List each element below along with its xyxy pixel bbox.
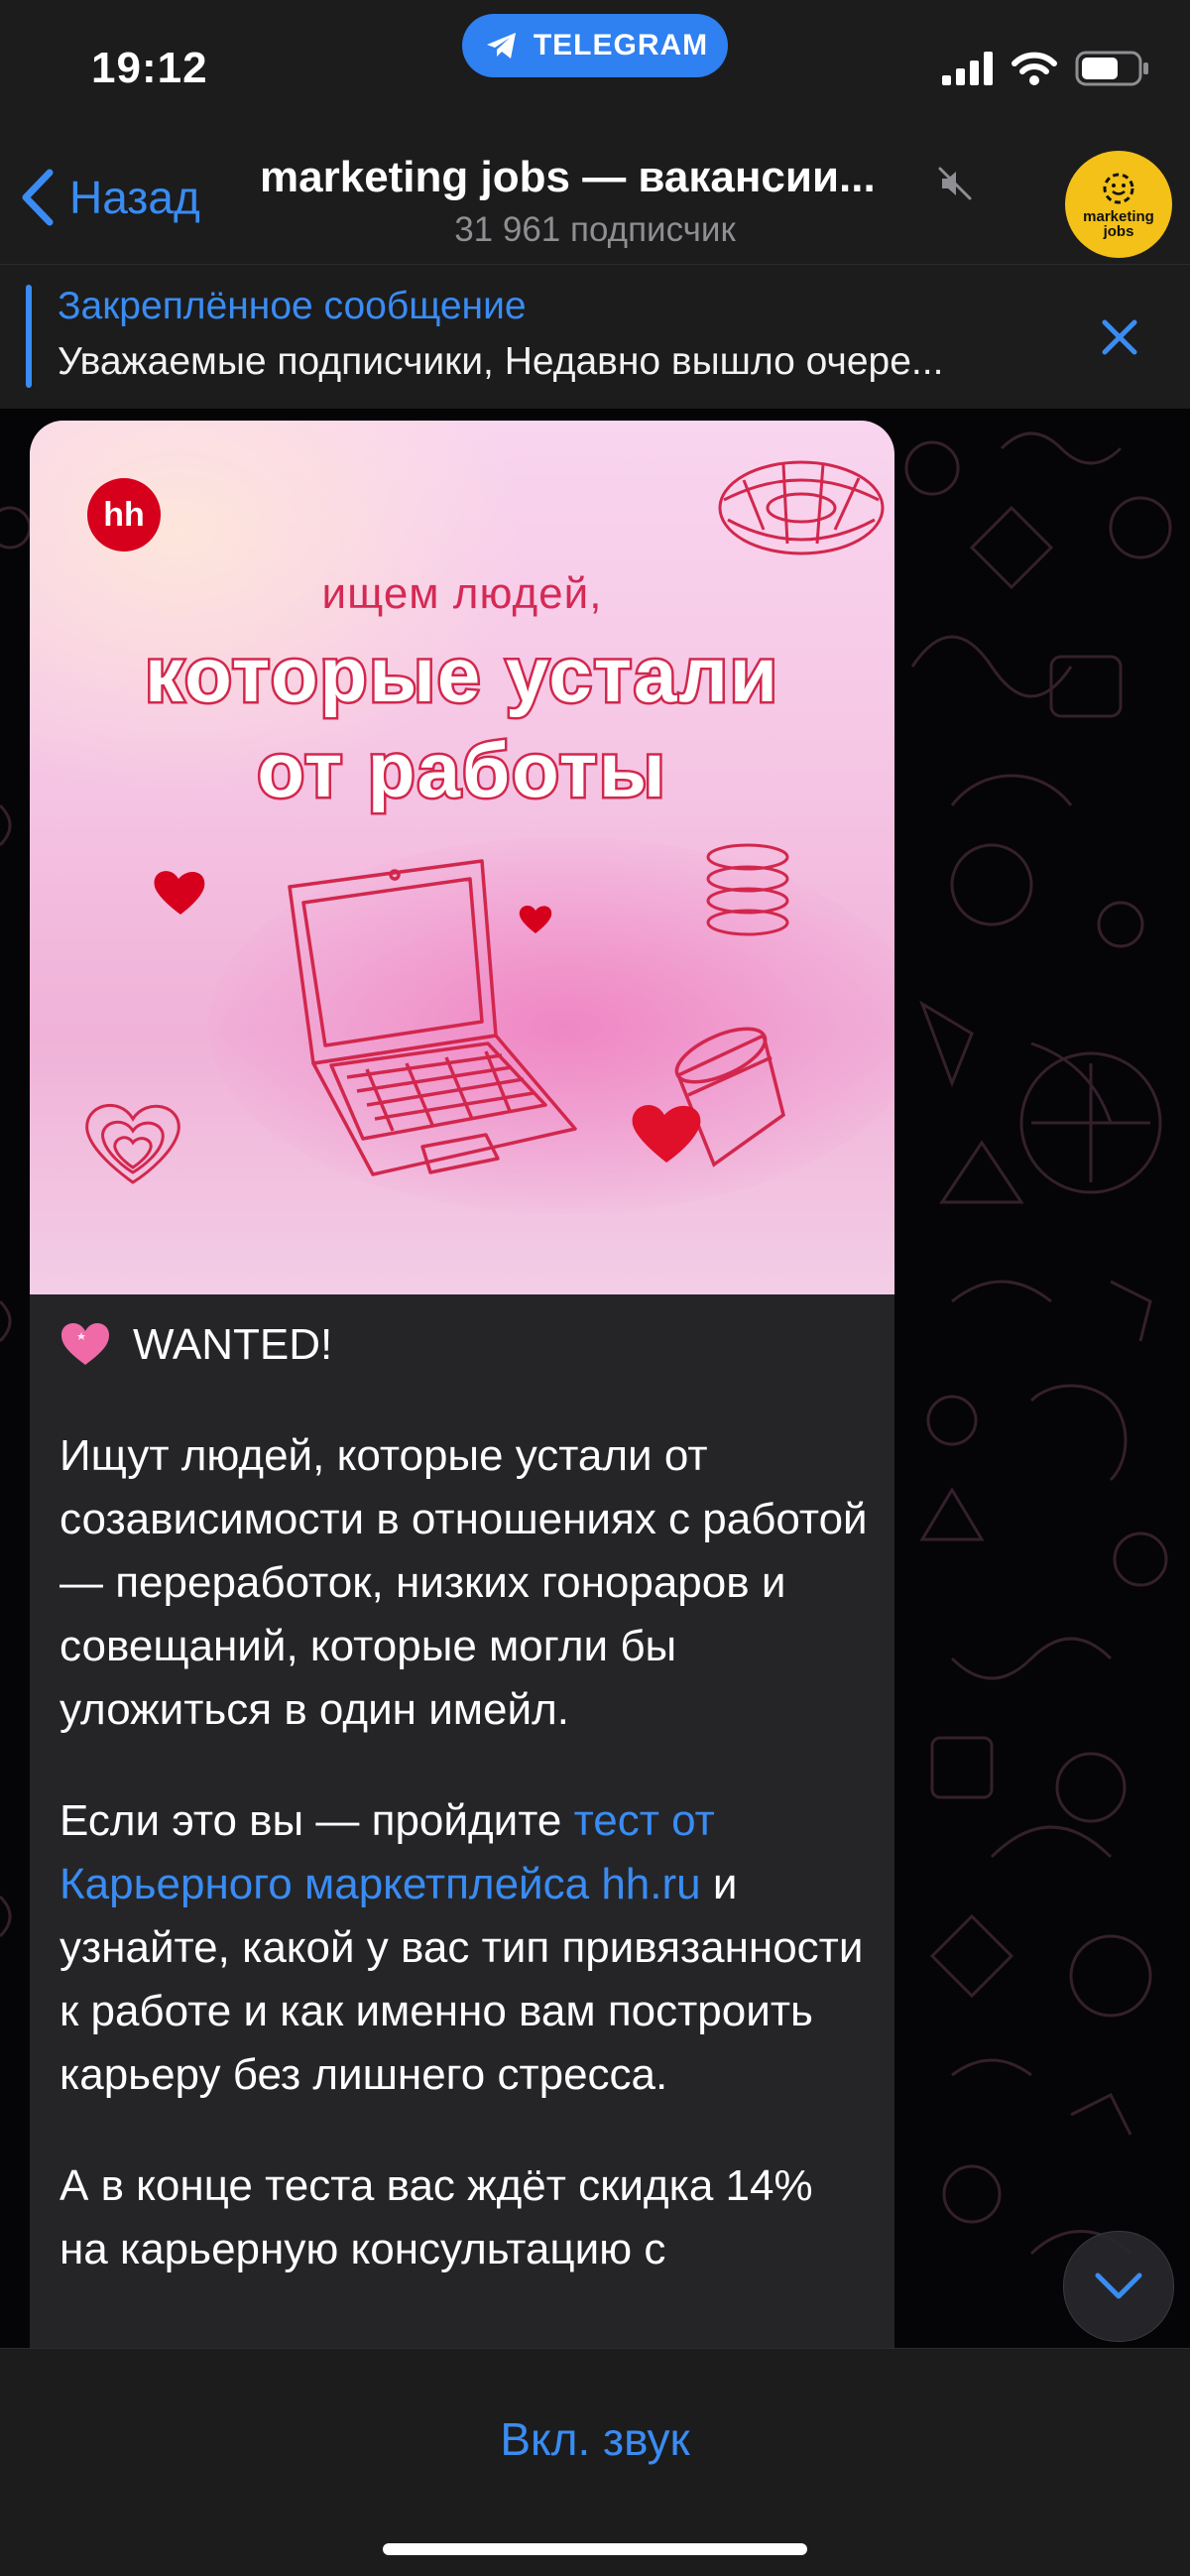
pinned-message-bar[interactable]: Закреплённое сообщение Уважаемые подписч… [0,264,1190,410]
telegram-pill-label: TELEGRAM [533,29,709,61]
message-paragraph-2: Если это вы — пройдите тест от Карьерног… [60,1789,873,2107]
poster-subtitle: ищем людей, [321,569,603,618]
channel-avatar[interactable]: marketing jobs [1065,151,1172,258]
message-text: WANTED! Ищут людей, которые устали от со… [60,1313,873,2329]
wanted-text: WANTED! [133,1320,333,1369]
pinned-title: Закреплённое сообщение [58,285,527,327]
pinned-accent-line [26,285,32,388]
nav-header: Назад marketing jobs — вакансии... 31 96… [0,139,1190,264]
smile-icon [1103,173,1134,203]
wanted-line: WANTED! [60,1313,873,1377]
channel-post-bubble[interactable]: hh ищем людей, которые устали от работы … [30,421,894,2348]
wifi-icon [1012,52,1057,85]
post-image[interactable]: hh ищем людей, которые устали от работы [30,421,894,1294]
status-bar: 19:12 TELEGRAM [0,0,1190,139]
avatar-text: marketing jobs [1083,207,1154,240]
close-icon[interactable] [1097,314,1142,360]
message-paragraph-3: А в конце теста вас ждёт скидка 14% на к… [60,2161,813,2273]
scroll-down-button[interactable] [1063,2231,1174,2342]
poster-headline-line2: от работы [255,724,667,816]
channel-title[interactable]: marketing jobs — вакансии... [260,153,876,202]
signal-icon [942,52,993,85]
sparkling-heart-icon [61,1323,109,1365]
telegram-channel-screen: 19:12 TELEGRAM Назад marketing jobs — ва… [0,0,1190,2576]
heart-small-left [154,871,205,915]
pinned-text: Уважаемые подписчики, Недавно вышло очер… [58,340,944,383]
telegram-plane-icon [486,33,516,59]
poster-headline: которые устали от работы [30,627,894,817]
donut-illustration [718,460,885,555]
unmute-button[interactable]: Вкл. звук [0,2412,1190,2466]
battery-icon [1075,51,1148,86]
message-paragraph-1: Ищут людей, которые устали от созависимо… [60,1431,868,1734]
telegram-pill[interactable]: TELEGRAM [462,14,728,77]
status-time: 19:12 [91,44,208,92]
channel-subscriber-count: 31 961 подписчик [454,210,736,249]
hh-logo: hh [87,478,161,552]
poster-illustration [85,460,885,1184]
heart-outline-left [85,1103,180,1184]
chat-area[interactable]: hh ищем людей, которые устали от работы … [0,409,1190,2348]
status-icons [942,50,1150,87]
mute-icon [938,167,972,200]
poster-headline-line1: которые устали [143,629,780,721]
home-indicator[interactable] [383,2543,807,2555]
bottom-bar: Вкл. звук [0,2348,1190,2576]
spring-illustration [706,843,789,936]
chevron-down-icon [1095,2272,1142,2299]
paragraph-2-start: Если это вы — пройдите [60,1796,574,1845]
heart-tiny-middle [519,905,552,933]
heart-cup [632,1104,701,1163]
